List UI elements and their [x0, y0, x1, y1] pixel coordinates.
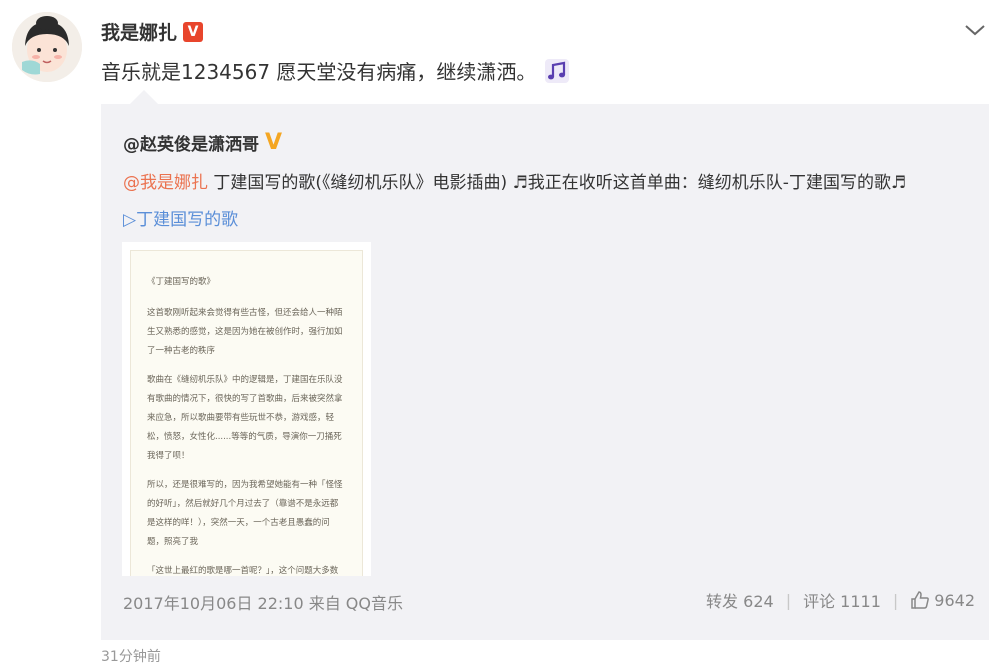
card-paragraph: 歌曲在《缝纫机乐队》中的逻辑是，丁建国在乐队没有歌曲的情况下，很快的写了首歌曲，… [147, 375, 343, 461]
original-author-name[interactable]: @赵英俊是潇洒哥 [123, 130, 259, 155]
action-divider: | [892, 590, 899, 610]
post-text: 音乐就是1234567 愿天堂没有病痛，继续潇洒。 [101, 56, 570, 85]
original-post-text: @我是娜扎 丁建国写的歌(《缝纫机乐队》电影插曲) ♬我正在收听这首单曲：缝纫机… [123, 168, 906, 193]
chevron-down-icon[interactable] [964, 22, 986, 38]
card-paragraph: 这首歌刚听起来会觉得有些古怪，但还会给人一种陌生又熟悉的感觉，这是因为她在被创作… [147, 308, 343, 356]
like-count: 9642 [934, 590, 975, 610]
comment-button[interactable]: 评论 1111 [803, 588, 881, 612]
original-author[interactable]: @赵英俊是潇洒哥 V [123, 130, 282, 155]
post-timestamp[interactable]: 2017年10月06日 22:10 来自 QQ音乐 [123, 590, 403, 614]
repost-button[interactable]: 转发 624 [706, 588, 774, 612]
card-paragraph: 「这世上最红的歌是哪一首呢？」，这个问题大多数人都会回答：祝你生日快乐，祝你生日… [147, 566, 339, 576]
post-text-content: 音乐就是1234567 愿天堂没有病痛，继续潇洒。 [101, 60, 537, 84]
like-button[interactable]: 9642 [910, 590, 975, 610]
original-post-body: 丁建国写的歌(《缝纫机乐队》电影插曲) ♬我正在收听这首单曲：缝纫机乐队-丁建国… [208, 173, 907, 193]
card-paragraph: 所以，还是很难写的，因为我希望她能有一种「怪怪的好听」，然后就好几个月过去了（靠… [147, 480, 343, 547]
user-name-text[interactable]: 我是娜扎 [101, 18, 177, 45]
verified-badge-icon: V [183, 21, 204, 42]
reposted-content: @赵英俊是潇洒哥 V @我是娜扎 丁建国写的歌(《缝纫机乐队》电影插曲) ♬我正… [101, 104, 989, 640]
action-divider: | [785, 590, 792, 610]
gold-v-icon: V [265, 129, 283, 155]
user-name[interactable]: 我是娜扎 V [101, 18, 204, 45]
action-bar: 转发 624 | 评论 1111 | 9642 [706, 588, 975, 612]
music-note-icon [545, 58, 570, 83]
avatar-illustration [12, 12, 82, 82]
card-title: 《丁建国写的歌》 [147, 277, 216, 287]
mention-link[interactable]: @我是娜扎 [123, 173, 208, 193]
lyrics-image-content: 《丁建国写的歌》 这首歌刚听起来会觉得有些古怪，但还会给人一种陌生又熟悉的感觉，… [130, 250, 363, 576]
avatar[interactable] [12, 12, 82, 82]
thumbs-up-icon [911, 591, 930, 609]
repost-pointer [130, 90, 158, 104]
music-link[interactable]: ▷丁建国写的歌 [123, 205, 238, 230]
cut-off-text: 31分钟前 [101, 649, 161, 665]
lyrics-image-card[interactable]: 《丁建国写的歌》 这首歌刚听起来会觉得有些古怪，但还会给人一种陌生又熟悉的感觉，… [122, 242, 371, 576]
